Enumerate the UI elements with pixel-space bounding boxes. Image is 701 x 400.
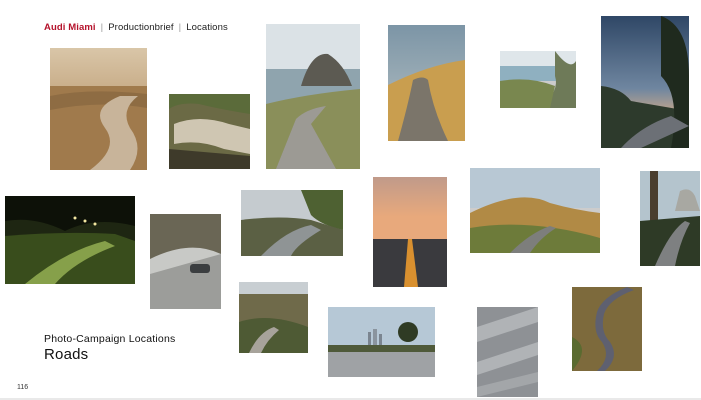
- road-photo-aerial-curve: [572, 287, 642, 371]
- road-photo-highway-interchange: [477, 307, 538, 397]
- road-photo-tunnel: [5, 196, 135, 284]
- road-photo-golden-hill: [388, 25, 465, 141]
- road-photo-city-skyline: [328, 307, 435, 377]
- header-separator: |: [178, 22, 182, 33]
- road-photo-ocean-overlook: [500, 51, 576, 108]
- road-photo-sunset-straight: [373, 177, 447, 287]
- road-photo-rolling-hills: [470, 168, 600, 253]
- caption-title: Roads: [44, 346, 89, 363]
- brochure-page: Audi Miami | Productionbrief | Locations: [0, 0, 701, 400]
- road-photo-car-motion: [150, 214, 221, 309]
- brand-name: Audi Miami: [44, 22, 96, 33]
- subsection-name: Locations: [186, 22, 228, 33]
- caption-block: Photo-Campaign Locations Roads: [44, 333, 175, 363]
- road-photo-hillside: [239, 282, 308, 353]
- header-separator: |: [100, 22, 104, 33]
- road-photo-coastal-rock: [266, 24, 360, 169]
- section-name: Productionbrief: [108, 22, 174, 33]
- road-photo-guardrail-bend: [241, 190, 343, 256]
- page-header: Audi Miami | Productionbrief | Locations: [44, 22, 228, 33]
- caption-subtitle: Photo-Campaign Locations: [44, 333, 176, 345]
- road-photo-desert-curve: [50, 48, 147, 170]
- road-photo-dusk-palm: [601, 16, 689, 148]
- page-number: 116: [17, 384, 29, 391]
- road-photo-forest-trees: [640, 171, 700, 266]
- road-photo-cliff-road: [169, 94, 250, 169]
